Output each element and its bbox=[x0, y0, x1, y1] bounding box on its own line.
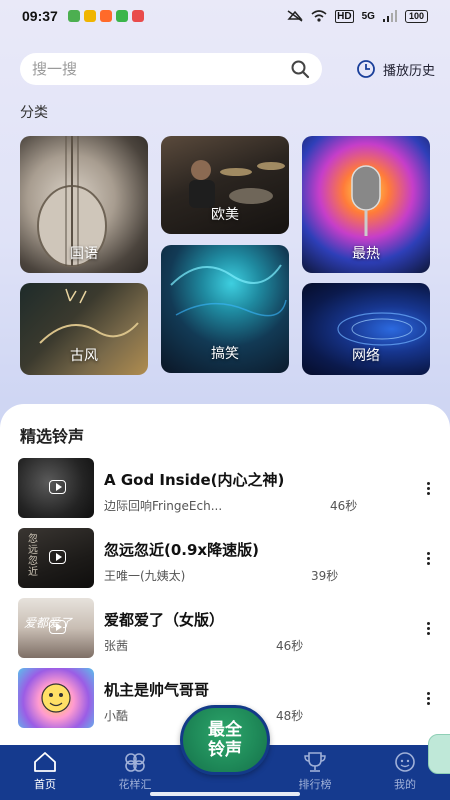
wifi-icon bbox=[311, 10, 327, 22]
play-history-label: 播放历史 bbox=[382, 63, 435, 79]
song-artist: 张茜 bbox=[104, 639, 129, 653]
more-options-icon[interactable] bbox=[420, 618, 436, 638]
category-label: 国语 bbox=[70, 246, 98, 262]
song-thumbnail[interactable]: 忽远忽近 bbox=[18, 528, 94, 588]
home-icon bbox=[34, 752, 56, 772]
more-options-icon[interactable] bbox=[420, 688, 436, 708]
notification-icon bbox=[67, 10, 80, 22]
status-bar: 09:37 HD 5G 100 bbox=[0, 0, 450, 32]
category-tile-mandarin[interactable]: 国语 bbox=[20, 136, 148, 273]
search-box[interactable] bbox=[20, 53, 322, 85]
clover-icon bbox=[125, 753, 145, 772]
network-label: 5G bbox=[361, 10, 375, 22]
home-indicator bbox=[150, 792, 300, 796]
category-label: 网络 bbox=[352, 348, 380, 364]
song-title: 忽远忽近(0.9x降速版) bbox=[104, 541, 259, 559]
song-duration: 39秒 bbox=[311, 569, 339, 583]
song-item[interactable]: A God Inside(内心之神) 边际回响FringeEch... 46秒 bbox=[18, 458, 438, 518]
face-icon bbox=[395, 752, 415, 772]
category-label: 最热 bbox=[352, 246, 380, 262]
tab-label: 花样汇 bbox=[118, 778, 152, 791]
hd-label: HD bbox=[335, 9, 354, 23]
search-input[interactable] bbox=[32, 60, 290, 78]
status-time: 09:37 bbox=[22, 8, 58, 24]
notification-icon bbox=[131, 10, 144, 22]
fab-line-2: 铃声 bbox=[208, 740, 242, 760]
search-row: 播放历史 bbox=[20, 53, 435, 85]
song-title: 爱都爱了（女版） bbox=[104, 611, 225, 629]
play-icon bbox=[49, 480, 66, 494]
all-ringtones-button[interactable]: 最全 铃声 bbox=[180, 705, 270, 775]
categories-title: 分类 bbox=[20, 105, 48, 121]
song-artist: 边际回响FringeEch... bbox=[104, 499, 223, 513]
trophy-icon bbox=[304, 752, 326, 772]
character-illustration bbox=[41, 683, 71, 713]
notification-icon bbox=[83, 10, 96, 22]
category-label: 欧美 bbox=[211, 207, 239, 223]
more-options-icon[interactable] bbox=[420, 548, 436, 568]
song-title: A God Inside(内心之神) bbox=[104, 471, 285, 489]
category-tile-ancient[interactable]: 古风 bbox=[20, 283, 148, 375]
song-duration: 46秒 bbox=[330, 499, 358, 513]
tab-label: 排行榜 bbox=[298, 778, 332, 791]
notification-icon bbox=[115, 10, 128, 22]
clock-icon bbox=[357, 60, 375, 78]
song-duration: 46秒 bbox=[276, 639, 304, 653]
category-tile-hottest[interactable]: 最热 bbox=[302, 136, 430, 273]
category-label: 搞笑 bbox=[211, 346, 239, 362]
floating-side-button[interactable] bbox=[428, 734, 450, 774]
song-duration: 48秒 bbox=[276, 709, 304, 723]
thumbnail-text: 忽远忽近 bbox=[28, 534, 38, 578]
mute-icon bbox=[287, 10, 303, 22]
tab-label: 我的 bbox=[394, 778, 416, 791]
signal-icon bbox=[382, 10, 397, 22]
song-artist: 王唯一(九姨太) bbox=[104, 569, 186, 583]
song-item[interactable]: 忽远忽近 忽远忽近(0.9x降速版) 王唯一(九姨太) 39秒 bbox=[18, 528, 438, 588]
battery-indicator: 100 bbox=[404, 9, 428, 23]
tab-label: 首页 bbox=[34, 778, 56, 791]
play-icon bbox=[49, 550, 66, 564]
song-artist: 小酷 bbox=[104, 709, 129, 723]
category-tile-funny[interactable]: 搞笑 bbox=[161, 245, 289, 373]
notification-icon bbox=[99, 10, 112, 22]
status-icons: HD 5G 100 bbox=[287, 9, 428, 23]
song-thumbnail[interactable] bbox=[18, 458, 94, 518]
category-tile-network[interactable]: 网络 bbox=[302, 283, 430, 375]
play-history-button[interactable]: 播放历史 bbox=[356, 59, 435, 79]
song-thumbnail[interactable] bbox=[18, 668, 94, 728]
category-tile-western[interactable]: 欧美 bbox=[161, 136, 289, 234]
song-title: 机主是帅气哥哥 bbox=[104, 681, 210, 699]
play-icon bbox=[49, 620, 66, 634]
more-options-icon[interactable] bbox=[420, 478, 436, 498]
search-icon[interactable] bbox=[290, 59, 310, 79]
tab-home[interactable]: 首页 bbox=[0, 745, 90, 800]
song-thumbnail[interactable]: 爱都爱了 bbox=[18, 598, 94, 658]
fab-line-1: 最全 bbox=[208, 720, 242, 740]
featured-title: 精选铃声 bbox=[20, 427, 85, 446]
song-item[interactable]: 爱都爱了 爱都爱了（女版） 张茜 46秒 bbox=[18, 598, 438, 658]
category-label: 古风 bbox=[70, 348, 98, 364]
